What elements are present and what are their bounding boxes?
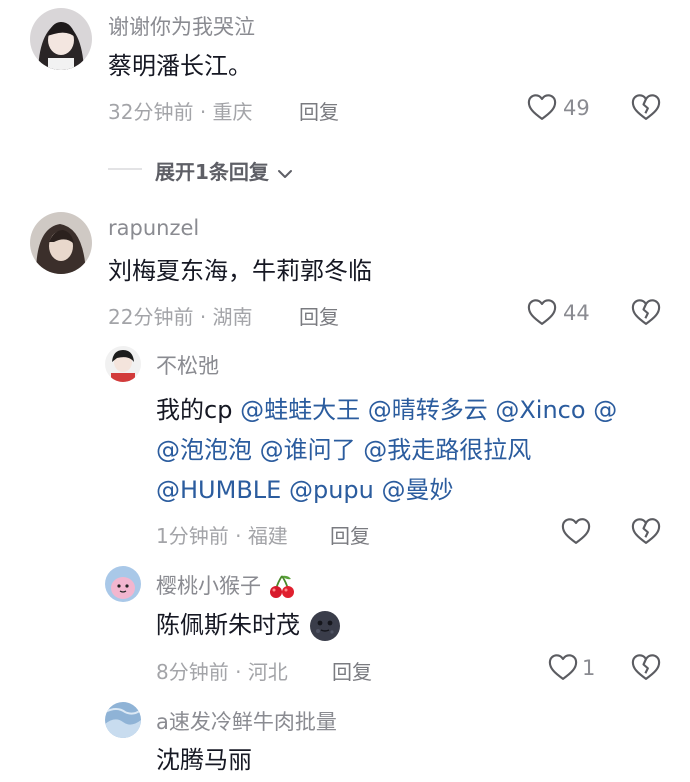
comment-text: 蔡明潘长江。 [108,52,252,80]
like-count: 49 [563,96,590,120]
comment-meta: 22分钟前 · 湖南 [108,301,253,330]
reply-button[interactable]: 回复 [332,656,372,685]
chevron-down-icon [276,167,294,181]
dislike-icon[interactable] [631,93,661,121]
comment-time: 22分钟前 [108,305,194,329]
reply-username-text[interactable]: 樱桃小猴子 [156,574,261,598]
reply-meta: 1分钟前 · 福建 [156,520,288,549]
reply-time: 8分钟前 [156,660,229,684]
avatar[interactable] [30,8,92,70]
reply-text: 陈佩斯朱时茂 [156,609,342,643]
expand-replies-button[interactable]: 展开1条回复 [155,156,294,185]
dislike-icon[interactable] [631,298,661,326]
reply-text: 沈腾马丽 [156,746,252,774]
reply-button[interactable]: 回复 [299,301,339,330]
expand-divider [108,168,142,170]
reply-text-prefix: 我的cp [156,396,233,424]
heart-icon[interactable] [561,517,591,545]
reply-meta: 8分钟前 · 河北 [156,656,288,685]
reply-username[interactable]: 不松弛 [156,350,219,380]
mention-link[interactable]: @我走路很拉风 [363,436,531,464]
meta-separator: · [199,100,207,124]
heart-icon[interactable] [527,298,557,326]
mention-link[interactable]: @曼妙 [382,476,454,504]
comment-location: 湖南 [212,305,253,329]
reply-location: 河北 [247,660,288,684]
meta-separator: · [235,524,242,548]
mention-link[interactable]: @泡泡泡 [156,436,252,464]
mention-link[interactable]: @pupu [289,476,374,504]
meta-separator: · [235,660,242,684]
reply-button[interactable]: 回复 [299,96,339,125]
comment-username[interactable]: rapunzel [108,216,199,240]
avatar[interactable] [105,702,141,738]
reply-button[interactable]: 回复 [330,520,370,549]
like-count: 44 [563,301,590,325]
avatar[interactable] [30,212,92,274]
mention-at-sign[interactable]: @ [593,396,617,424]
reply-username: 樱桃小猴子 [156,570,296,600]
heart-icon[interactable] [548,653,578,681]
dark-moon-face-icon [308,609,342,643]
reply-text-content: 陈佩斯朱时茂 [156,611,300,639]
reply-location: 福建 [247,524,288,548]
reply-time: 1分钟前 [156,524,229,548]
like-count: 1 [582,656,596,680]
expand-replies-label: 展开1条回复 [155,160,269,184]
mention-link[interactable]: @Xinco [495,396,585,424]
comment-meta: 32分钟前 · 重庆 [108,96,253,125]
comment-location: 重庆 [212,100,253,124]
heart-icon[interactable] [527,93,557,121]
avatar[interactable] [105,346,141,382]
cherries-emoji-icon [268,574,296,600]
dislike-icon[interactable] [631,653,661,681]
comment-username[interactable]: 谢谢你为我哭泣 [108,11,255,41]
comment-text: 刘梅夏东海，牛莉郭冬临 [108,257,372,285]
meta-separator: · [199,305,207,329]
mention-link[interactable]: @晴转多云 [368,396,488,424]
avatar[interactable] [105,566,141,602]
dislike-icon[interactable] [631,517,661,545]
reply-username[interactable]: a速发冷鲜牛肉批量 [156,706,337,736]
mention-link[interactable]: @谁问了 [260,436,356,464]
reply-text: 我的cp @蛙蛙大王 @晴转多云 @Xinco @ @泡泡泡 @谁问了 @我走路… [156,390,617,510]
mention-link[interactable]: @HUMBLE [156,476,281,504]
comment-time: 32分钟前 [108,100,194,124]
mention-link[interactable]: @蛙蛙大王 [240,396,360,424]
